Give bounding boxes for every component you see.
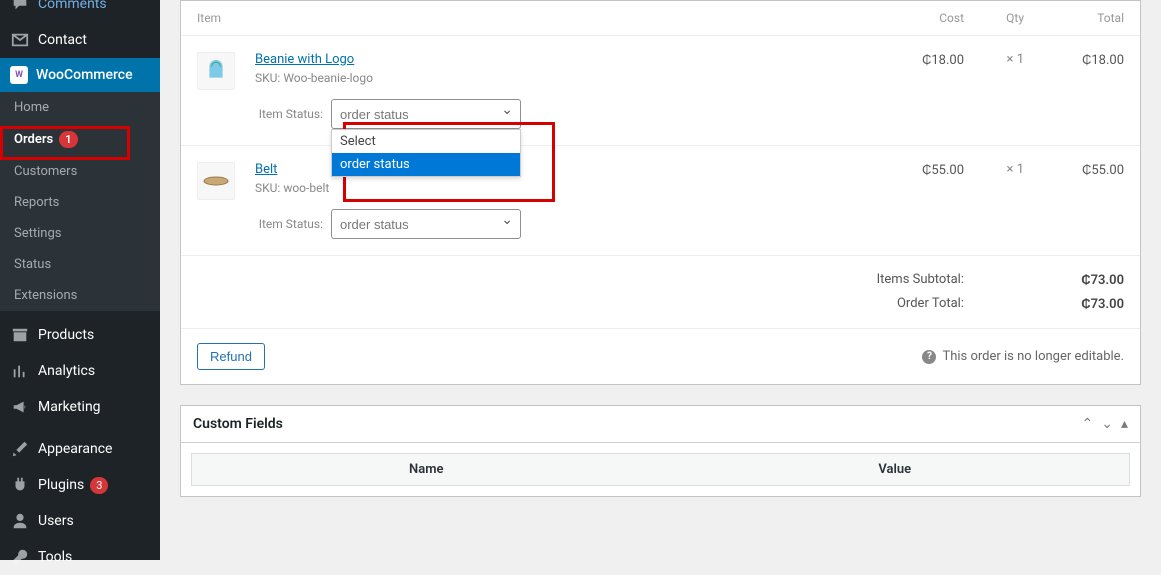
subtotal-label: Items Subtotal: bbox=[877, 272, 964, 288]
wrench-icon bbox=[10, 547, 30, 567]
dropdown-option-select[interactable]: Select bbox=[332, 130, 520, 153]
orders-count-badge: 1 bbox=[59, 131, 77, 148]
line-cost: ₵55.00 bbox=[884, 162, 964, 239]
col-header-cost: Cost bbox=[884, 11, 964, 25]
order-editable-notice: ? This order is no longer editable. bbox=[922, 349, 1124, 364]
product-name-link[interactable]: Beanie with Logo bbox=[255, 52, 354, 67]
mail-icon bbox=[10, 30, 30, 50]
product-name-link[interactable]: Belt bbox=[255, 162, 277, 177]
product-sku: SKU: woo-belt bbox=[255, 181, 884, 195]
help-icon: ? bbox=[922, 350, 936, 364]
subtotal-value: ₵73.00 bbox=[1024, 272, 1124, 288]
sidebar-item-users[interactable]: Users bbox=[0, 503, 160, 539]
panel-up-icon[interactable]: ⌃ bbox=[1082, 416, 1094, 432]
sidebar-label-customers: Customers bbox=[14, 164, 77, 179]
notice-text: This order is no longer editable. bbox=[942, 349, 1124, 364]
line-qty: × 1 bbox=[964, 162, 1024, 239]
sidebar-label-plugins: Plugins bbox=[38, 477, 84, 493]
sidebar-label-tools: Tools bbox=[38, 549, 72, 565]
sidebar-item-home[interactable]: Home bbox=[0, 92, 160, 123]
sidebar-label-analytics: Analytics bbox=[38, 363, 95, 379]
sidebar-item-comments[interactable]: Comments bbox=[0, 0, 160, 22]
order-items-header-row: Item Cost Qty Total bbox=[181, 1, 1140, 36]
sidebar-item-orders[interactable]: Orders 1 bbox=[0, 123, 160, 156]
order-actions-row: Refund ? This order is no longer editabl… bbox=[181, 329, 1140, 384]
custom-fields-panel: Custom Fields ⌃ ⌄ ▴ Name Value bbox=[180, 405, 1141, 497]
order-items-panel: Item Cost Qty Total Beanie with Logo SKU… bbox=[180, 0, 1141, 385]
sidebar-label-marketing: Marketing bbox=[38, 399, 101, 415]
brush-icon bbox=[10, 439, 30, 459]
item-status-label: Item Status: bbox=[255, 217, 323, 231]
line-total: ₵18.00 bbox=[1024, 52, 1124, 129]
sidebar-item-customers[interactable]: Customers bbox=[0, 156, 160, 187]
order-total-label: Order Total: bbox=[897, 296, 964, 312]
sidebar-item-tools[interactable]: Tools bbox=[0, 539, 160, 575]
order-line-item: Beanie with Logo SKU: Woo-beanie-logo It… bbox=[181, 36, 1140, 146]
sidebar-item-settings[interactable]: Settings bbox=[0, 218, 160, 249]
product-sku: SKU: Woo-beanie-logo bbox=[255, 71, 884, 85]
refund-button[interactable]: Refund bbox=[197, 343, 265, 370]
custom-fields-table-header: Name Value bbox=[191, 453, 1130, 486]
sidebar-item-extensions[interactable]: Extensions bbox=[0, 280, 160, 311]
sidebar-label-status: Status bbox=[14, 257, 51, 272]
order-totals: Items Subtotal: ₵73.00 Order Total: ₵73.… bbox=[181, 256, 1140, 329]
line-qty: × 1 bbox=[964, 52, 1024, 129]
sidebar-item-analytics[interactable]: Analytics bbox=[0, 353, 160, 389]
plugin-icon bbox=[10, 475, 30, 495]
sidebar-item-products[interactable]: Products bbox=[0, 317, 160, 353]
admin-sidebar: Comments Contact W WooCommerce Home Orde… bbox=[0, 0, 160, 560]
chart-icon bbox=[10, 361, 30, 381]
line-total: ₵55.00 bbox=[1024, 162, 1124, 239]
sidebar-item-marketing[interactable]: Marketing bbox=[0, 389, 160, 425]
sidebar-label-products: Products bbox=[38, 327, 94, 343]
panel-down-icon[interactable]: ⌄ bbox=[1101, 416, 1113, 432]
panel-toggle-icon[interactable]: ▴ bbox=[1121, 416, 1128, 432]
sidebar-item-plugins[interactable]: Plugins 3 bbox=[0, 467, 160, 503]
sidebar-item-woocommerce[interactable]: W WooCommerce bbox=[0, 58, 160, 92]
dropdown-option-order-status[interactable]: order status bbox=[332, 153, 520, 176]
line-cost: ₵18.00 bbox=[884, 52, 964, 129]
cf-col-name: Name bbox=[192, 454, 661, 485]
status-dropdown-list: Select order status bbox=[331, 129, 521, 177]
sidebar-label-settings: Settings bbox=[14, 226, 61, 241]
product-thumbnail bbox=[197, 52, 235, 90]
col-header-item: Item bbox=[197, 11, 884, 25]
sidebar-label-orders: Orders bbox=[14, 132, 53, 147]
sidebar-item-contact[interactable]: Contact bbox=[0, 22, 160, 58]
sidebar-label-comments: Comments bbox=[38, 0, 107, 12]
megaphone-icon bbox=[10, 397, 30, 417]
comment-icon bbox=[10, 0, 30, 14]
product-thumbnail bbox=[197, 162, 235, 200]
item-status-select[interactable]: order status bbox=[331, 209, 521, 239]
sidebar-label-home: Home bbox=[14, 100, 49, 115]
archive-icon bbox=[10, 325, 30, 345]
col-header-total: Total bbox=[1024, 11, 1124, 25]
sidebar-item-status[interactable]: Status bbox=[0, 249, 160, 280]
main-content: Item Cost Qty Total Beanie with Logo SKU… bbox=[160, 0, 1161, 560]
plugins-count-badge: 3 bbox=[90, 477, 108, 494]
sidebar-label-users: Users bbox=[38, 513, 74, 529]
col-header-qty: Qty bbox=[964, 11, 1024, 25]
user-icon bbox=[10, 511, 30, 531]
order-line-item: Belt SKU: woo-belt Item Status: order st… bbox=[181, 146, 1140, 256]
sidebar-item-appearance[interactable]: Appearance bbox=[0, 431, 160, 467]
sidebar-label-extensions: Extensions bbox=[14, 288, 77, 303]
order-total-value: ₵73.00 bbox=[1024, 296, 1124, 312]
sidebar-label-appearance: Appearance bbox=[38, 441, 112, 457]
sidebar-label-woocommerce: WooCommerce bbox=[36, 67, 133, 83]
custom-fields-title: Custom Fields bbox=[193, 416, 283, 432]
sidebar-item-reports[interactable]: Reports bbox=[0, 187, 160, 218]
sidebar-label-reports: Reports bbox=[14, 195, 59, 210]
sidebar-label-contact: Contact bbox=[38, 32, 87, 48]
item-status-label: Item Status: bbox=[255, 107, 323, 121]
cf-col-value: Value bbox=[661, 454, 1130, 485]
woocommerce-icon: W bbox=[10, 66, 28, 84]
item-status-select[interactable]: order status bbox=[331, 99, 521, 129]
